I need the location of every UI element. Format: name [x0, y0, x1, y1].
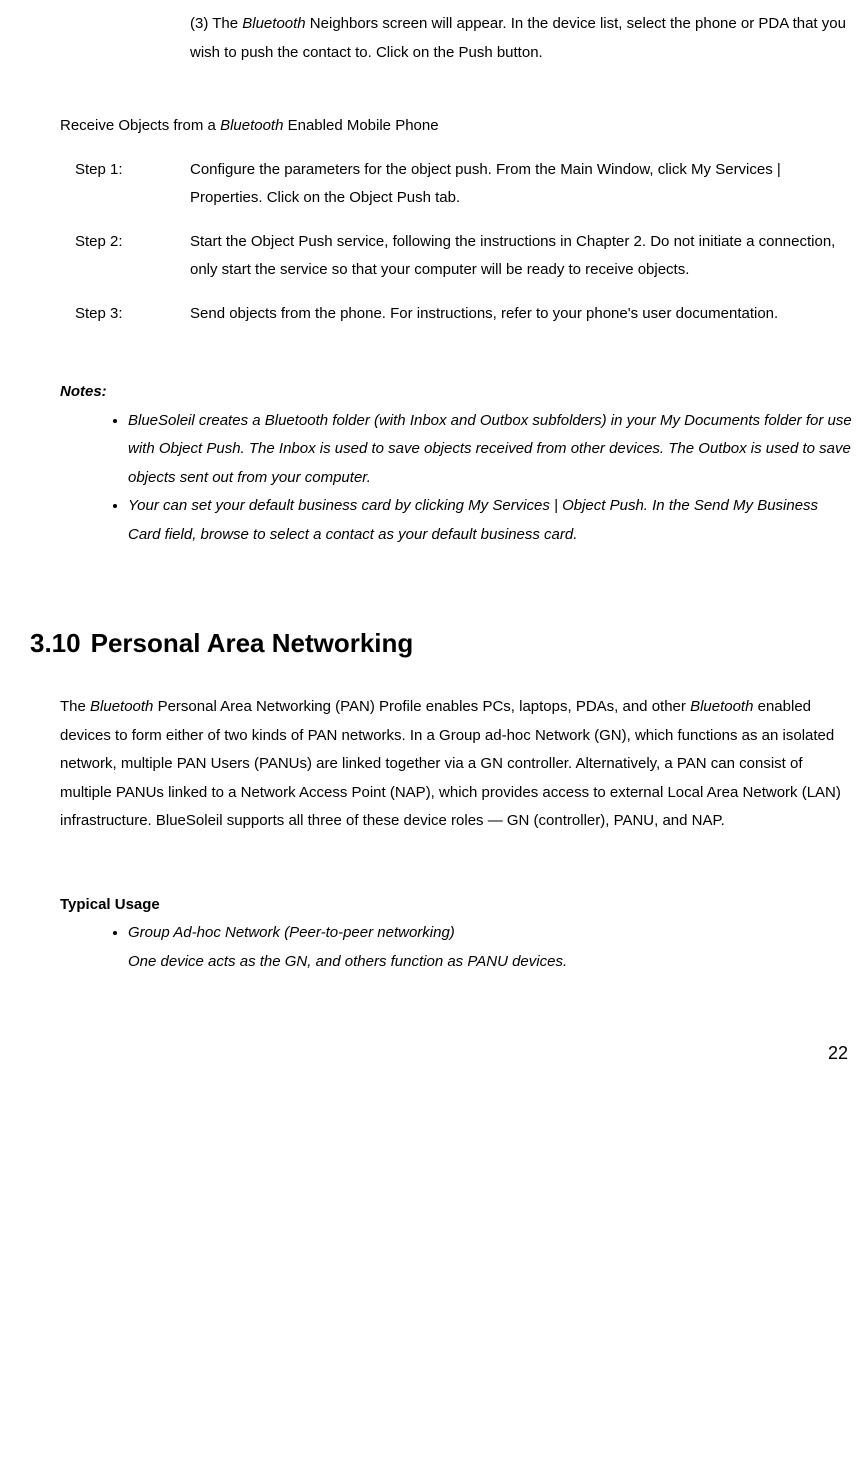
body-pre: The [60, 698, 90, 715]
page-number: 22 [30, 1036, 853, 1070]
section-title: Personal Area Networking [91, 628, 414, 658]
bluetooth-term: Bluetooth [242, 15, 305, 32]
notes-item: Your can set your default business card … [128, 492, 853, 549]
usage-list: Group Ad-hoc Network (Peer-to-peer netwo… [100, 919, 853, 976]
section-heading: 3.10 Personal Area Networking [30, 619, 853, 668]
step-label: Step 3: [75, 300, 190, 329]
bluetooth-term: Bluetooth [220, 117, 283, 134]
notes-item: BlueSoleil creates a Bluetooth folder (w… [128, 407, 853, 493]
notes-heading: Notes: [60, 378, 853, 407]
section-body: The Bluetooth Personal Area Networking (… [60, 693, 853, 836]
receive-heading-pre: Receive Objects from a [60, 117, 220, 134]
usage-item: Group Ad-hoc Network (Peer-to-peer netwo… [128, 919, 853, 976]
bluetooth-term: Bluetooth [90, 698, 153, 715]
bluetooth-term: Bluetooth [690, 698, 753, 715]
step-label: Step 2: [75, 228, 190, 285]
step-label: Step 1: [75, 156, 190, 213]
step-continuation: (3) The Bluetooth Neighbors screen will … [190, 10, 853, 67]
step3-prefix: (3) The [190, 15, 242, 32]
step-row-2: Step 2: Start the Object Push service, f… [75, 228, 853, 285]
typical-usage-heading: Typical Usage [60, 891, 853, 920]
receive-heading-post: Enabled Mobile Phone [283, 117, 438, 134]
usage-item-body: One device acts as the GN, and others fu… [128, 953, 567, 970]
usage-item-title: Group Ad-hoc Network (Peer-to-peer netwo… [128, 924, 455, 941]
step-row-1: Step 1: Configure the parameters for the… [75, 156, 853, 213]
step-text: Send objects from the phone. For instruc… [190, 300, 853, 329]
receive-heading: Receive Objects from a Bluetooth Enabled… [60, 112, 853, 141]
section-number: 3.10 [30, 619, 81, 668]
step-text: Start the Object Push service, following… [190, 228, 853, 285]
body-post: enabled devices to form either of two ki… [60, 698, 841, 829]
step-text: Configure the parameters for the object … [190, 156, 853, 213]
notes-list: BlueSoleil creates a Bluetooth folder (w… [100, 407, 853, 550]
step-row-3: Step 3: Send objects from the phone. For… [75, 300, 853, 329]
body-mid: Personal Area Networking (PAN) Profile e… [153, 698, 690, 715]
